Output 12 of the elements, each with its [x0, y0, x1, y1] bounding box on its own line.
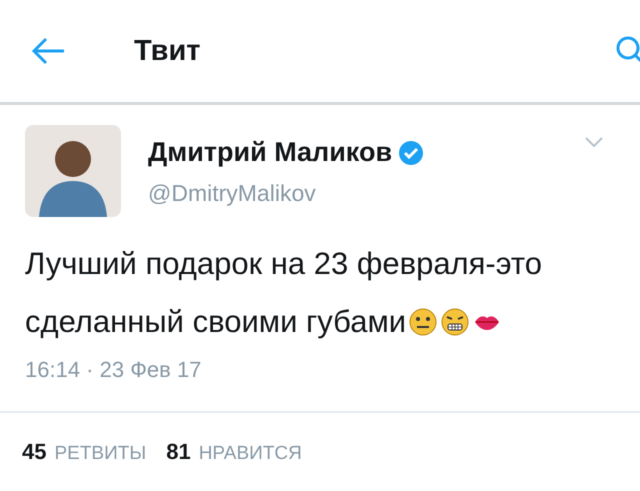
- tweet-text: Лучший подарок на 23 февраля-это: [25, 245, 542, 283]
- tweet-timestamp: 16:14 · 23 Фев 17: [25, 357, 202, 383]
- grimacing-face-icon: [440, 307, 470, 337]
- neutral-face-icon: [408, 307, 438, 337]
- chevron-down-icon[interactable]: [584, 135, 604, 149]
- avatar-icon[interactable]: [25, 125, 121, 217]
- stat-count[interactable]: 45: [22, 439, 46, 465]
- stat-count[interactable]: 81: [166, 439, 191, 465]
- author-name[interactable]: Дмитрий Маликов: [148, 137, 392, 168]
- tweet-text: сделанный своими губами: [25, 303, 406, 341]
- screen-title: Твит: [134, 34, 200, 68]
- back-icon[interactable]: [30, 36, 66, 66]
